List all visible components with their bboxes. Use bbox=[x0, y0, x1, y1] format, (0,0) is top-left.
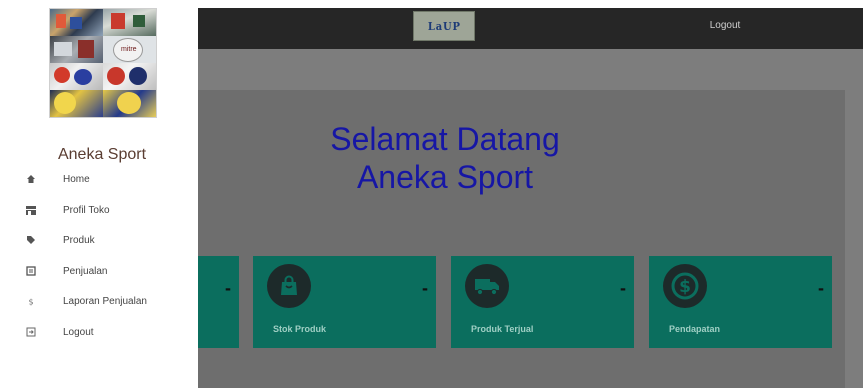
stat-value: - bbox=[620, 278, 626, 298]
sidebar-item-label: Penjualan bbox=[63, 265, 108, 277]
truck-icon bbox=[465, 264, 509, 308]
sidebar-item-label: Produk bbox=[63, 234, 95, 246]
sidebar-item-label: Home bbox=[63, 173, 90, 185]
sidebar-item-laporan-penjualan[interactable]: $ Laporan Penjualan bbox=[20, 290, 190, 312]
stat-value: - bbox=[225, 278, 231, 298]
stat-card-produk-terjual[interactable]: - Produk Terjual bbox=[451, 256, 634, 348]
sidebar-item-label: Laporan Penjualan bbox=[63, 295, 147, 307]
logo-text: LaUP bbox=[427, 19, 461, 33]
welcome-line-2: Aneka Sport bbox=[356, 159, 534, 195]
brand-logo[interactable]: LaUP bbox=[413, 11, 475, 41]
svg-text:$: $ bbox=[28, 298, 33, 307]
stat-value: - bbox=[422, 278, 428, 298]
stat-card-stok-produk[interactable]: - Stok Produk bbox=[253, 256, 436, 348]
home-icon bbox=[20, 168, 42, 190]
sidebar-item-penjualan[interactable]: Penjualan bbox=[20, 260, 190, 282]
header-logout-link[interactable]: Logout bbox=[700, 20, 750, 31]
receipt-icon bbox=[20, 260, 42, 282]
stat-label: Pendapatan bbox=[669, 324, 721, 334]
sidebar-item-label: Profil Toko bbox=[63, 204, 110, 216]
welcome-line-1: Selamat Datang bbox=[330, 121, 560, 157]
welcome-heading: Selamat Datang Aneka Sport bbox=[300, 120, 590, 196]
sidebar: mitre Aneka Sport Home Profil Toko Produ… bbox=[0, 8, 198, 388]
svg-text:$: $ bbox=[679, 277, 691, 297]
stat-value: - bbox=[818, 278, 824, 298]
dollar-circle-icon: $ bbox=[663, 264, 707, 308]
top-navbar bbox=[198, 8, 863, 49]
store-icon bbox=[20, 199, 42, 221]
tag-icon bbox=[20, 229, 42, 251]
sidebar-item-home[interactable]: Home bbox=[20, 168, 190, 190]
store-photo: mitre bbox=[49, 8, 157, 118]
logout-icon bbox=[20, 321, 42, 343]
sidebar-item-label: Logout bbox=[63, 326, 94, 338]
stat-card-pendapatan[interactable]: $ - Pendapatan bbox=[649, 256, 832, 348]
top-strip bbox=[0, 0, 863, 8]
sidebar-item-logout[interactable]: Logout bbox=[20, 321, 190, 343]
store-name: Aneka Sport bbox=[57, 146, 147, 163]
shopping-bag-icon bbox=[267, 264, 311, 308]
stat-label: Produk Terjual bbox=[471, 324, 534, 334]
dollar-icon: $ bbox=[20, 290, 42, 312]
sidebar-item-profil-toko[interactable]: Profil Toko bbox=[20, 199, 190, 221]
stat-label: Stok Produk bbox=[273, 324, 327, 334]
stat-card-partial[interactable]: - bbox=[198, 256, 239, 348]
sidebar-item-produk[interactable]: Produk bbox=[20, 229, 190, 251]
